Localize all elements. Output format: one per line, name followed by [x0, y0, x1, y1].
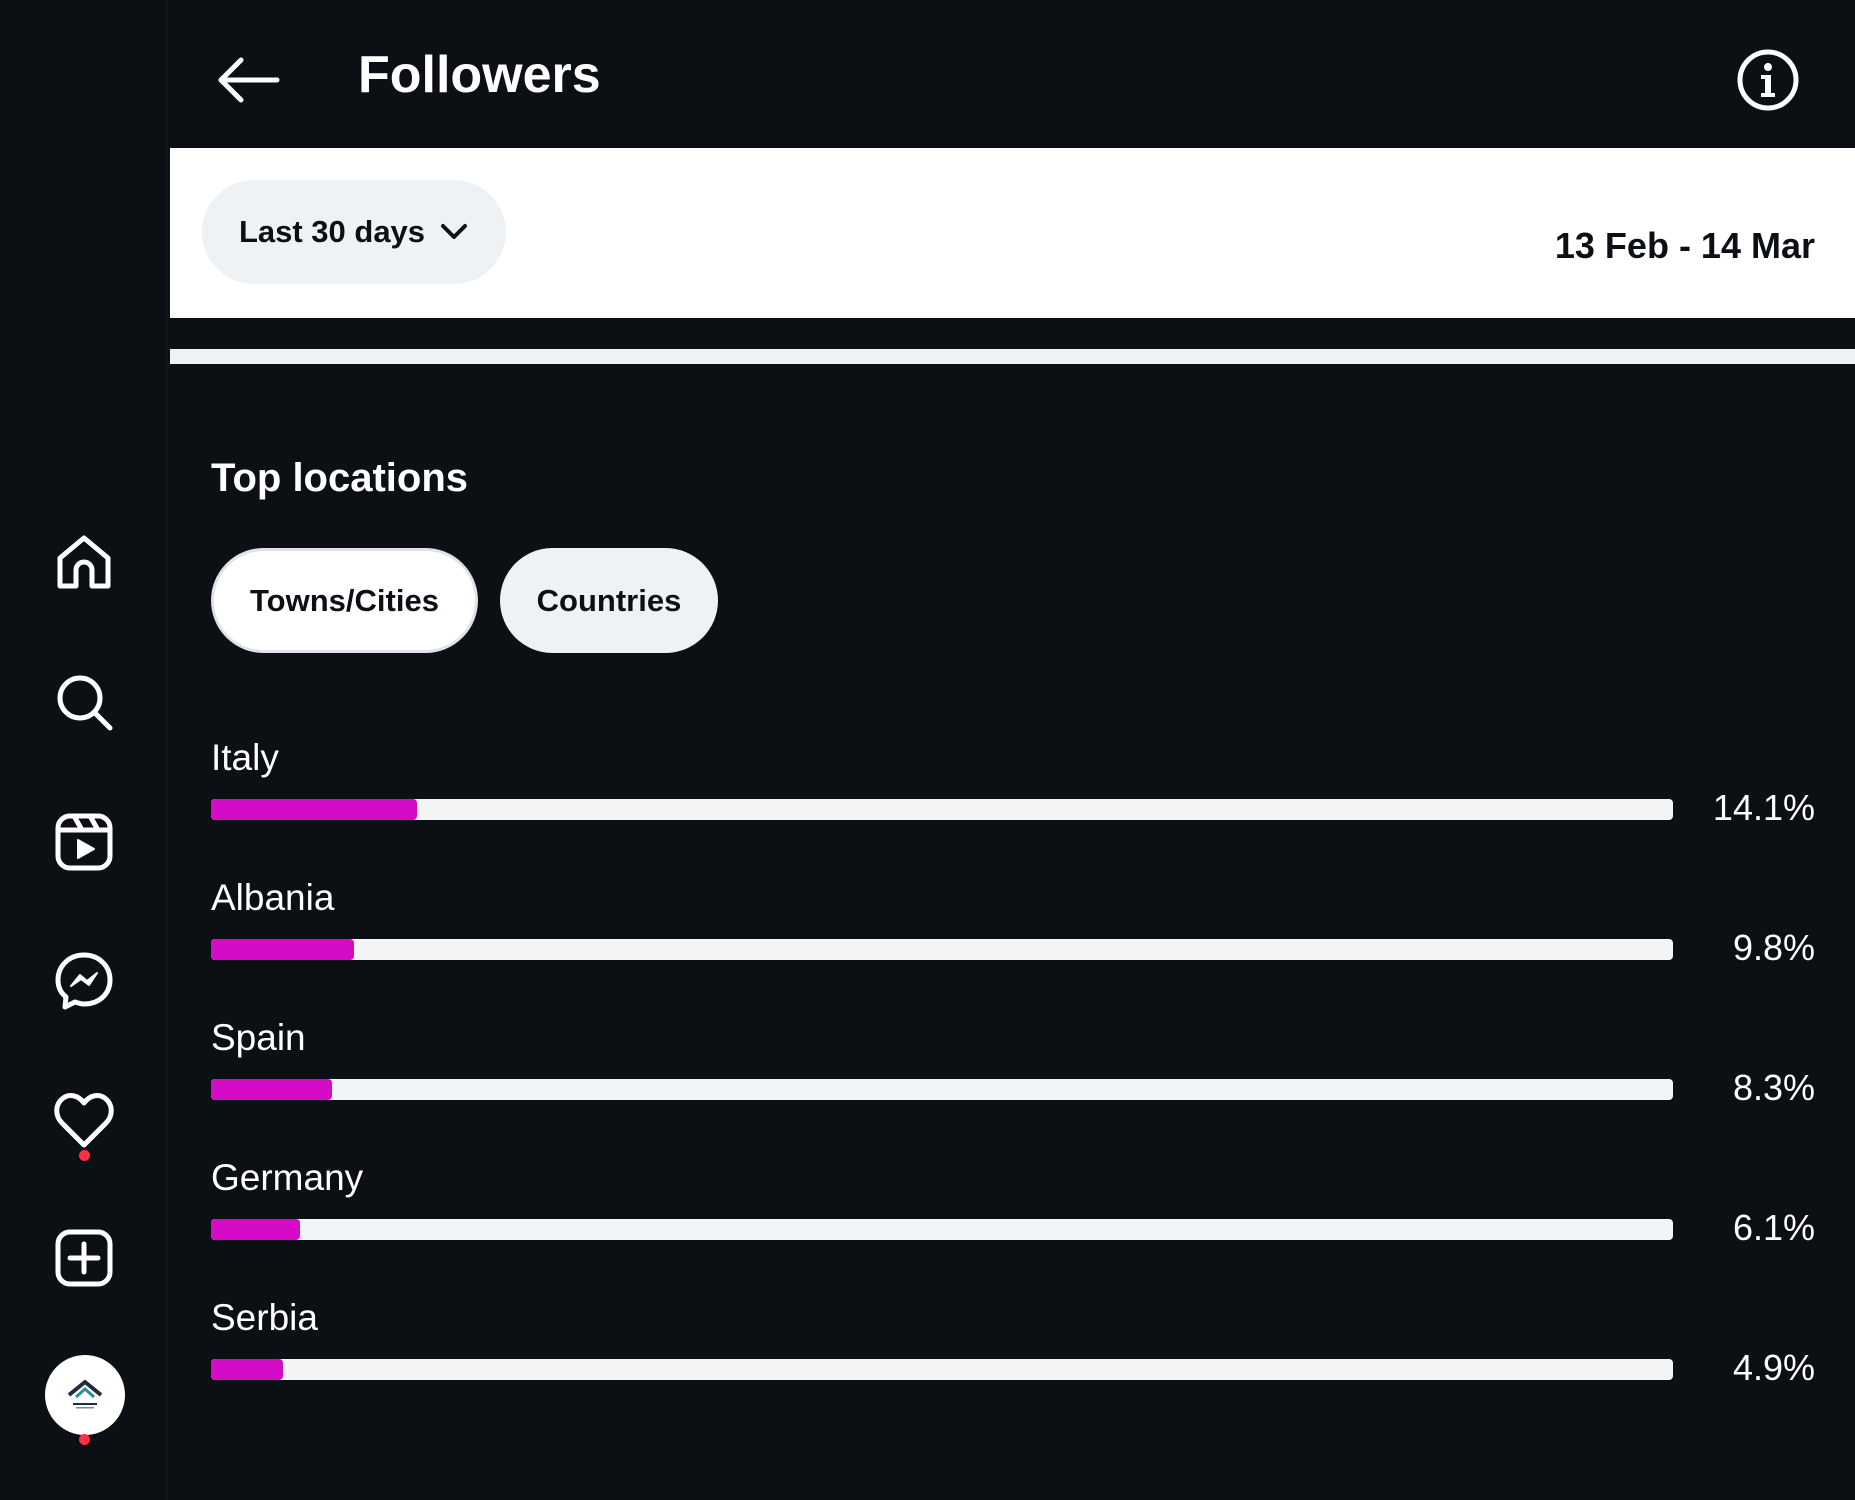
location-percent: 14.1% [1712, 787, 1815, 828]
back-button[interactable] [208, 40, 288, 120]
location-row: Serbia 4.9% [211, 1296, 1815, 1406]
date-range-dropdown[interactable]: Last 30 days [202, 180, 506, 284]
nav-create[interactable] [44, 1218, 124, 1298]
location-name: Serbia [211, 1297, 318, 1338]
location-percent: 9.8% [1732, 927, 1815, 968]
chevron-down-icon [441, 224, 468, 239]
page-header: Followers [170, 0, 1855, 148]
location-row: Italy 14.1% [211, 736, 1815, 846]
page-title: Followers [358, 46, 601, 104]
back-arrow-icon [218, 57, 280, 103]
reels-icon [55, 813, 113, 871]
messenger-icon [55, 952, 113, 1010]
date-range-dropdown-label: Last 30 days [238, 214, 426, 249]
location-row: Spain 8.3% [211, 1016, 1815, 1126]
notification-dot [79, 1150, 90, 1161]
location-bar-track [211, 1079, 1673, 1100]
info-button[interactable] [1728, 40, 1808, 120]
location-bar-fill [211, 1359, 283, 1380]
location-row: Germany 6.1% [211, 1156, 1815, 1266]
location-percent: 4.9% [1732, 1347, 1815, 1388]
top-locations-title: Top locations [211, 456, 469, 500]
location-name: Germany [211, 1157, 364, 1198]
location-bar-track [211, 1219, 1673, 1240]
home-icon [57, 535, 111, 589]
location-percent: 6.1% [1732, 1207, 1815, 1248]
create-icon [55, 1229, 113, 1287]
nav-home[interactable] [44, 522, 124, 602]
tab-countries[interactable]: Countries [500, 548, 718, 653]
location-bar-fill [211, 1079, 333, 1100]
location-bar-track [211, 799, 1673, 820]
nav-reels[interactable] [44, 802, 124, 882]
location-bar-fill [211, 799, 418, 820]
location-percent: 8.3% [1732, 1067, 1815, 1108]
nav-notifications[interactable] [44, 1081, 124, 1161]
followers-insights-screen: Followers Last 30 days 13 Feb - 14 Mar T… [0, 0, 1855, 1500]
location-bar-track [211, 1359, 1673, 1380]
profile-avatar[interactable] [45, 1355, 125, 1435]
tab-towns-cities[interactable]: Towns/Cities [211, 548, 478, 653]
location-name: Italy [211, 737, 279, 778]
date-range-text: 13 Feb - 14 Mar [1554, 225, 1815, 266]
date-filter-bar: Last 30 days 13 Feb - 14 Mar [170, 148, 1855, 318]
location-name: Albania [211, 877, 335, 918]
info-icon [1737, 49, 1799, 111]
location-bar-fill [211, 1219, 301, 1240]
heart-icon [54, 1093, 114, 1148]
profile-notification-dot [79, 1434, 90, 1445]
section-divider [170, 349, 1855, 364]
nav-messenger[interactable] [44, 941, 124, 1021]
location-row: Albania 9.8% [211, 876, 1815, 986]
house-logo-icon [67, 1380, 103, 1409]
search-icon [57, 675, 113, 731]
location-bar-track [211, 939, 1673, 960]
nav-search[interactable] [44, 662, 124, 742]
location-bar-fill [211, 939, 355, 960]
location-name: Spain [211, 1017, 306, 1058]
nav-rail [0, 0, 168, 1500]
